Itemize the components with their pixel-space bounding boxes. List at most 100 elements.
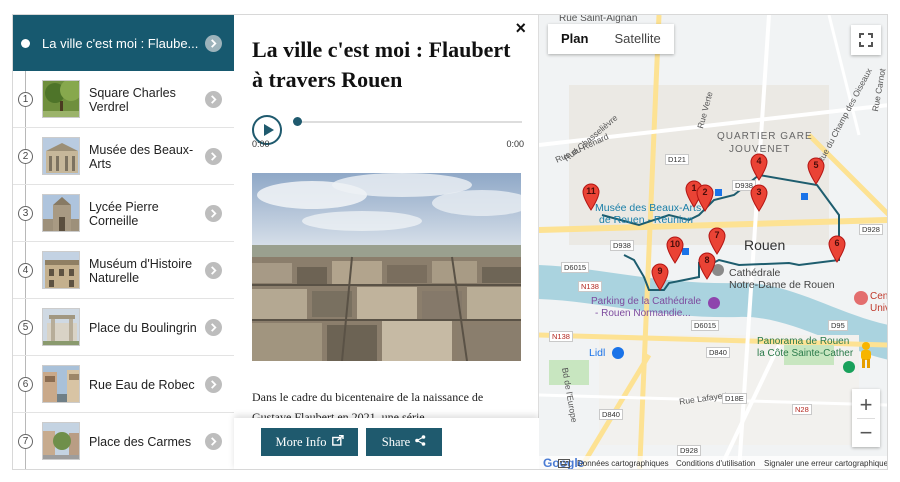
fullscreen-button[interactable] <box>851 25 881 55</box>
stop-thumbnail <box>42 251 80 289</box>
street-view-pegman[interactable] <box>856 340 876 370</box>
road-tag: N138 <box>549 331 573 342</box>
stop-label: Place du Boulingrin <box>89 320 197 335</box>
stop-number-badge: 7 <box>18 434 33 449</box>
map-poi-panorama: Panorama de Rouen <box>757 336 850 347</box>
map-marker-6[interactable]: 6 <box>828 235 846 263</box>
map-poi-museum: de Rouen - Réunion <box>599 214 693 226</box>
stop-number-badge: 2 <box>18 149 33 164</box>
map-marker-4[interactable]: 4 <box>750 153 768 181</box>
share-button[interactable]: Share <box>366 428 442 456</box>
stop-label: Muséum d'Histoire Naturelle <box>89 256 193 285</box>
stop-thumbnail <box>42 308 80 346</box>
map-poi-parking: Parking de la Cathédrale <box>591 296 702 307</box>
audio-player: 0:00 0:00 <box>252 115 524 155</box>
map-poi-hospital: Cent <box>870 291 888 302</box>
chevron-right-icon[interactable] <box>205 205 222 222</box>
chevron-right-icon[interactable] <box>205 376 222 393</box>
road-tag: N138 <box>578 281 602 292</box>
audio-progress-knob[interactable] <box>293 117 302 126</box>
road-tag: D95 <box>828 320 848 331</box>
map-district-label: QUARTIER GARE <box>717 131 813 142</box>
stop-number-badge: 5 <box>18 320 33 335</box>
report-error-link[interactable]: Signaler une erreur cartographique <box>764 456 887 469</box>
road-tag: N28 <box>792 404 812 415</box>
map-marker-7[interactable]: 7 <box>708 227 726 255</box>
stop-thumbnail <box>42 80 80 118</box>
stop-label: Lycée Pierre Corneille <box>89 199 159 228</box>
road-tag: D121 <box>665 154 689 165</box>
map-type-satellite-button[interactable]: Satellite <box>601 24 673 54</box>
chevron-right-icon[interactable] <box>205 319 222 336</box>
chevron-right-icon[interactable] <box>205 35 222 52</box>
map-view[interactable]: Rue Saint-Aignan QUARTIER GARE JOUVENET … <box>539 15 888 469</box>
map-marker-5[interactable]: 5 <box>807 157 825 185</box>
zoom-in-button[interactable]: + <box>860 391 873 418</box>
city-panorama-photo <box>252 173 521 361</box>
map-poi-hospital: Univ <box>870 303 887 314</box>
keyboard-icon[interactable] <box>558 458 570 469</box>
details-panel: × La ville c'est moi : Flaubert à traver… <box>234 15 539 469</box>
road-tag: D840 <box>599 409 623 420</box>
sidebar-item-museum-histoire-naturelle[interactable]: 4 Muséum d'Histoire Naturelle <box>13 242 234 299</box>
map-type-plan-button[interactable]: Plan <box>548 24 601 54</box>
sidebar-item-lycee-corneille[interactable]: 3 Lycée Pierre Corneille <box>13 185 234 242</box>
road-tag: D18E <box>722 393 747 404</box>
sidebar-item-place-des-carmes[interactable]: 7 Place des Carmes <box>13 413 234 469</box>
stop-thumbnail <box>42 365 80 403</box>
more-info-button[interactable]: More Info <box>261 428 358 456</box>
fullscreen-icon <box>859 33 873 47</box>
map-poi-parking: - Rouen Normandie... <box>595 308 691 319</box>
sidebar-item-rue-eau-de-robec[interactable]: 6 Rue Eau de Robec <box>13 356 234 413</box>
map-poi-cathedral: Notre-Dame de Rouen <box>729 279 835 291</box>
stop-number-badge: 4 <box>18 263 33 278</box>
map-marker-9[interactable]: 9 <box>651 263 669 291</box>
road-tag: D938 <box>610 240 634 251</box>
tour-app: La ville c'est moi : Flaube... 1 Square … <box>12 14 888 470</box>
road-tag: D6015 <box>691 320 720 331</box>
tour-description: Dans le cadre du bicentenaire de la nais… <box>252 390 484 421</box>
map-footer: Google Données cartographiques Condition… <box>539 456 887 469</box>
map-city-label: Rouen <box>744 237 786 253</box>
sidebar-item-square-charles-verdrel[interactable]: 1 Square Charles Verdrel <box>13 71 234 128</box>
stop-number-badge: 1 <box>18 92 33 107</box>
road-tag: D840 <box>706 347 730 358</box>
map-poi-cathedral: Cathédrale <box>729 267 781 279</box>
share-label: Share <box>381 434 411 449</box>
stop-label: Square Charles Verdrel <box>89 85 176 114</box>
chevron-right-icon[interactable] <box>205 262 222 279</box>
map-type-control: Plan Satellite <box>548 24 674 54</box>
road-tag: D6015 <box>561 262 590 273</box>
sidebar-item-musee-beaux-arts[interactable]: 2 Musée des Beaux-Arts <box>13 128 234 185</box>
zoom-control: + − <box>852 389 880 447</box>
zoom-out-button[interactable]: − <box>860 419 873 446</box>
stop-number-badge: 6 <box>18 377 33 392</box>
tour-intro-item[interactable]: La ville c'est moi : Flaube... <box>13 15 234 71</box>
map-poi-lidl: Lidl <box>589 347 606 359</box>
sidebar-item-place-boulingrin[interactable]: 5 Place du Boulingrin <box>13 299 234 356</box>
tour-sidebar: La ville c'est moi : Flaube... 1 Square … <box>13 15 234 469</box>
audio-progress-track[interactable] <box>293 117 522 126</box>
map-data-link[interactable]: Données cartographiques <box>577 456 669 469</box>
terms-link[interactable]: Conditions d'utilisation <box>676 456 755 469</box>
chevron-right-icon[interactable] <box>205 91 222 108</box>
tour-intro-label: La ville c'est moi : Flaube... <box>42 35 199 51</box>
map-marker-11[interactable]: 11 <box>582 183 600 211</box>
stop-thumbnail <box>42 137 80 175</box>
chevron-right-icon[interactable] <box>205 433 222 450</box>
map-marker-10[interactable]: 10 <box>666 236 684 264</box>
action-bar: More Info Share <box>234 418 539 469</box>
map-marker-8[interactable]: 8 <box>698 252 716 280</box>
chevron-right-icon[interactable] <box>205 148 222 165</box>
map-marker-3[interactable]: 3 <box>750 184 768 212</box>
stop-label: Musée des Beaux-Arts <box>89 142 194 171</box>
stop-number-badge: 3 <box>18 206 33 221</box>
stop-label: Place des Carmes <box>89 434 192 449</box>
external-link-icon <box>331 434 344 450</box>
tour-title: La ville c'est moi : Flaubert à travers … <box>252 37 511 92</box>
stop-label: Rue Eau de Robec <box>89 377 195 392</box>
road-tag: D928 <box>677 445 701 456</box>
more-info-label: More Info <box>275 434 327 449</box>
map-marker-2[interactable]: 2 <box>696 184 714 212</box>
road-tag: D928 <box>859 224 883 235</box>
